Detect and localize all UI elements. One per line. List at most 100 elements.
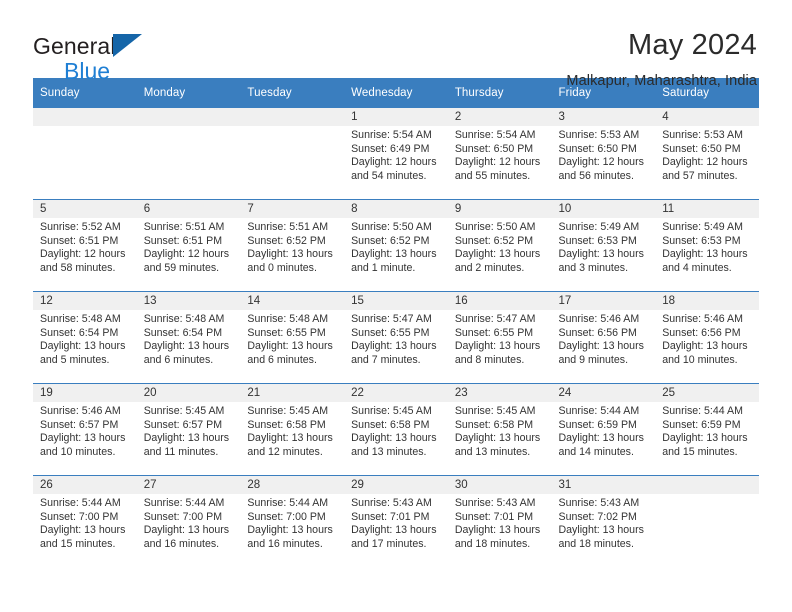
day-cell[interactable]: 1 Sunrise: 5:54 AM Sunset: 6:49 PM Daylight… [344,108,448,199]
daylight-text-line1: Daylight: 13 hours [40,340,126,353]
daylight-text-line1: Daylight: 13 hours [662,432,748,445]
day-cell[interactable]: 29 Sunrise: 5:43 AM Sunset: 7:01 PM Dayligh… [344,476,448,567]
day-cell[interactable]: 5 Sunrise: 5:52 AM Sunset: 6:51 PM Daylight… [33,200,137,291]
day-number: 26 [33,476,137,494]
day-number [240,108,345,126]
day-cell[interactable]: 24 Sunrise: 5:44 AM Sunset: 6:59 PM Dayligh… [551,384,656,475]
weekday-header-wednesday: Wednesday [344,78,448,108]
day-cell[interactable]: 31 Sunrise: 5:43 AM Sunset: 7:02 PM Dayligh… [551,476,656,567]
daylight-text-line2: and 13 minutes. [351,445,427,458]
sunrise-text: Sunrise: 5:44 AM [247,497,329,509]
day-number: 2 [447,108,552,126]
day-cell[interactable]: 10 Sunrise: 5:49 AM Sunset: 6:53 PM Dayligh… [551,200,656,291]
day-details: Sunrise: 5:43 AM Sunset: 7:01 PM Daylight:… [344,494,448,551]
day-details: Sunrise: 5:47 AM Sunset: 6:55 PM Daylight:… [344,310,448,367]
day-details: Sunrise: 5:44 AM Sunset: 6:59 PM Daylight:… [655,402,759,459]
day-cell[interactable]: 25 Sunrise: 5:44 AM Sunset: 6:59 PM Dayligh… [655,384,759,475]
calendar-day-cell: 7 Sunrise: 5:51 AM Sunset: 6:52 PM Daylight… [240,199,345,292]
sunset-text: Sunset: 6:53 PM [558,234,637,247]
daylight-text-line2: and 17 minutes. [351,537,427,550]
daylight-text-line1: Daylight: 13 hours [351,248,437,261]
sunrise-text: Sunrise: 5:43 AM [454,497,536,509]
logo-text-blue: Blue [64,58,111,84]
daylight-text-line1: Daylight: 13 hours [662,340,748,353]
daylight-text-line1: Daylight: 13 hours [40,432,126,445]
calendar-day-cell [240,108,345,200]
day-cell[interactable]: 8 Sunrise: 5:50 AM Sunset: 6:52 PM Daylight… [344,200,448,291]
sunset-text: Sunset: 6:58 PM [247,418,326,431]
daylight-text-line2: and 3 minutes. [558,261,629,274]
calendar-day-cell: 4 Sunrise: 5:53 AM Sunset: 6:50 PM Daylight… [655,108,759,200]
sunrise-text: Sunrise: 5:44 AM [143,497,225,509]
day-number: 12 [33,292,137,310]
day-cell[interactable]: 26 Sunrise: 5:44 AM Sunset: 7:00 PM Dayligh… [33,476,137,567]
title-block: May 2024 Malkapur, Maharashtra, India [566,28,757,91]
calendar-day-cell: 29 Sunrise: 5:43 AM Sunset: 7:01 PM Dayligh… [344,475,448,567]
sunset-text: Sunset: 6:51 PM [40,234,119,247]
general-blue-logo[interactable]: General Blue [33,28,142,83]
daylight-text-line2: and 5 minutes. [40,353,110,366]
day-cell[interactable]: 20 Sunrise: 5:45 AM Sunset: 6:57 PM Dayligh… [136,384,241,475]
day-cell[interactable]: 28 Sunrise: 5:44 AM Sunset: 7:00 PM Dayligh… [240,476,345,567]
day-cell[interactable]: 23 Sunrise: 5:45 AM Sunset: 6:58 PM Dayligh… [447,384,552,475]
day-details: Sunrise: 5:53 AM Sunset: 6:50 PM Daylight:… [552,126,656,183]
sunrise-text: Sunrise: 5:47 AM [454,313,536,325]
day-cell[interactable]: 16 Sunrise: 5:47 AM Sunset: 6:55 PM Dayligh… [447,292,552,383]
day-cell[interactable]: 12 Sunrise: 5:48 AM Sunset: 6:54 PM Dayligh… [33,292,137,383]
day-cell[interactable]: 14 Sunrise: 5:48 AM Sunset: 6:55 PM Dayligh… [240,292,345,383]
day-details: Sunrise: 5:45 AM Sunset: 6:58 PM Daylight:… [344,402,448,459]
calendar-day-cell [136,108,241,200]
day-cell[interactable]: 27 Sunrise: 5:44 AM Sunset: 7:00 PM Dayligh… [136,476,241,567]
day-number: 31 [551,476,656,494]
day-cell[interactable]: 11 Sunrise: 5:49 AM Sunset: 6:53 PM Dayligh… [655,200,759,291]
day-number: 14 [240,292,345,310]
sunset-text: Sunset: 6:55 PM [454,326,534,339]
day-cell[interactable]: 9 Sunrise: 5:50 AM Sunset: 6:52 PM Daylight… [447,200,552,291]
day-cell[interactable]: 6 Sunrise: 5:51 AM Sunset: 6:51 PM Daylight… [136,200,241,291]
day-details: Sunrise: 5:50 AM Sunset: 6:52 PM Daylight:… [448,218,552,275]
day-number: 21 [240,384,345,402]
sunset-text: Sunset: 6:54 PM [143,326,223,339]
day-number: 5 [33,200,137,218]
day-cell[interactable]: 4 Sunrise: 5:53 AM Sunset: 6:50 PM Daylight… [655,108,759,199]
day-number [136,108,241,126]
day-cell[interactable]: 13 Sunrise: 5:48 AM Sunset: 6:54 PM Dayligh… [136,292,241,383]
day-cell-empty [655,476,759,567]
sunset-text: Sunset: 7:01 PM [454,510,534,523]
daylight-text-line1: Daylight: 13 hours [454,248,541,261]
sunset-text: Sunset: 6:57 PM [143,418,223,431]
sunrise-text: Sunrise: 5:53 AM [662,129,743,141]
day-cell[interactable]: 18 Sunrise: 5:46 AM Sunset: 6:56 PM Dayligh… [655,292,759,383]
day-cell[interactable]: 3 Sunrise: 5:53 AM Sunset: 6:50 PM Daylight… [551,108,656,199]
day-cell[interactable]: 19 Sunrise: 5:46 AM Sunset: 6:57 PM Dayligh… [33,384,137,475]
day-cell[interactable]: 21 Sunrise: 5:45 AM Sunset: 6:58 PM Dayligh… [240,384,345,475]
daylight-text-line1: Daylight: 12 hours [454,156,541,169]
sunset-text: Sunset: 6:55 PM [247,326,326,339]
calendar-day-cell: 13 Sunrise: 5:48 AM Sunset: 6:54 PM Dayligh… [136,291,241,384]
day-details: Sunrise: 5:46 AM Sunset: 6:57 PM Daylight:… [33,402,137,459]
page-header: General Blue May 2024 Malkapur, Maharash… [0,0,792,89]
day-cell[interactable]: 7 Sunrise: 5:51 AM Sunset: 6:52 PM Daylight… [240,200,345,291]
day-details [240,126,344,129]
calendar-day-cell: 5 Sunrise: 5:52 AM Sunset: 6:51 PM Daylight… [33,199,137,292]
calendar-day-cell: 21 Sunrise: 5:45 AM Sunset: 6:58 PM Dayligh… [240,383,345,476]
day-cell[interactable]: 22 Sunrise: 5:45 AM Sunset: 6:58 PM Dayligh… [344,384,448,475]
day-number: 8 [344,200,448,218]
day-cell[interactable]: 2 Sunrise: 5:54 AM Sunset: 6:50 PM Daylight… [447,108,552,199]
logo-top-row: General [33,34,142,58]
daylight-text-line2: and 6 minutes. [143,353,214,366]
day-cell[interactable]: 30 Sunrise: 5:43 AM Sunset: 7:01 PM Dayligh… [447,476,552,567]
day-cell[interactable]: 17 Sunrise: 5:46 AM Sunset: 6:56 PM Dayligh… [551,292,656,383]
calendar-day-cell: 9 Sunrise: 5:50 AM Sunset: 6:52 PM Daylight… [447,199,552,292]
day-number [33,108,137,126]
calendar-day-cell: 26 Sunrise: 5:44 AM Sunset: 7:00 PM Dayligh… [33,475,137,567]
daylight-text-line1: Daylight: 12 hours [40,248,126,261]
daylight-text-line1: Daylight: 12 hours [351,156,437,169]
day-cell[interactable]: 15 Sunrise: 5:47 AM Sunset: 6:55 PM Dayligh… [344,292,448,383]
daylight-text-line1: Daylight: 13 hours [454,432,541,445]
calendar-grid: Sunday Monday Tuesday Wednesday Thursday… [33,78,759,567]
calendar-page: General Blue May 2024 Malkapur, Maharash… [0,0,792,612]
sunset-text: Sunset: 6:51 PM [143,234,223,247]
daylight-text-line2: and 58 minutes. [40,261,116,274]
daylight-text-line2: and 8 minutes. [454,353,525,366]
